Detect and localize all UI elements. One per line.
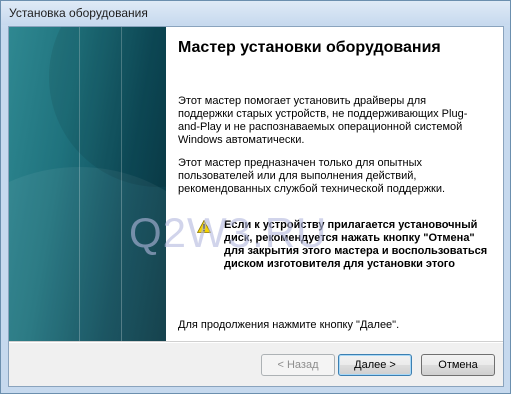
- back-button[interactable]: < Назад: [261, 354, 335, 376]
- intro-paragraph: Этот мастер помогает установить драйверы…: [178, 95, 468, 146]
- cancel-button[interactable]: Отмена: [421, 354, 495, 376]
- footer-separator: [9, 341, 503, 343]
- wizard-content-panel: Мастер установки оборудования Этот масте…: [166, 27, 503, 341]
- warning-triangle-icon: [197, 220, 211, 233]
- warning-message: Если к устройству прилагается установочн…: [224, 219, 488, 270]
- next-button[interactable]: Далее >: [338, 354, 412, 376]
- wizard-banner-image: [9, 27, 166, 341]
- window-title: Установка оборудования: [9, 6, 148, 20]
- wizard-heading: Мастер установки оборудования: [178, 39, 441, 56]
- wizard-client-area: Мастер установки оборудования Этот масте…: [8, 26, 504, 387]
- banner-decoration: [79, 27, 80, 341]
- title-bar[interactable]: Установка оборудования: [1, 1, 510, 25]
- wizard-window: Установка оборудования Мастер установки …: [0, 0, 511, 394]
- banner-decoration: [121, 27, 122, 341]
- audience-paragraph: Этот мастер предназначен только для опыт…: [178, 157, 446, 195]
- continue-instruction: Для продолжения нажмите кнопку "Далее".: [178, 319, 400, 331]
